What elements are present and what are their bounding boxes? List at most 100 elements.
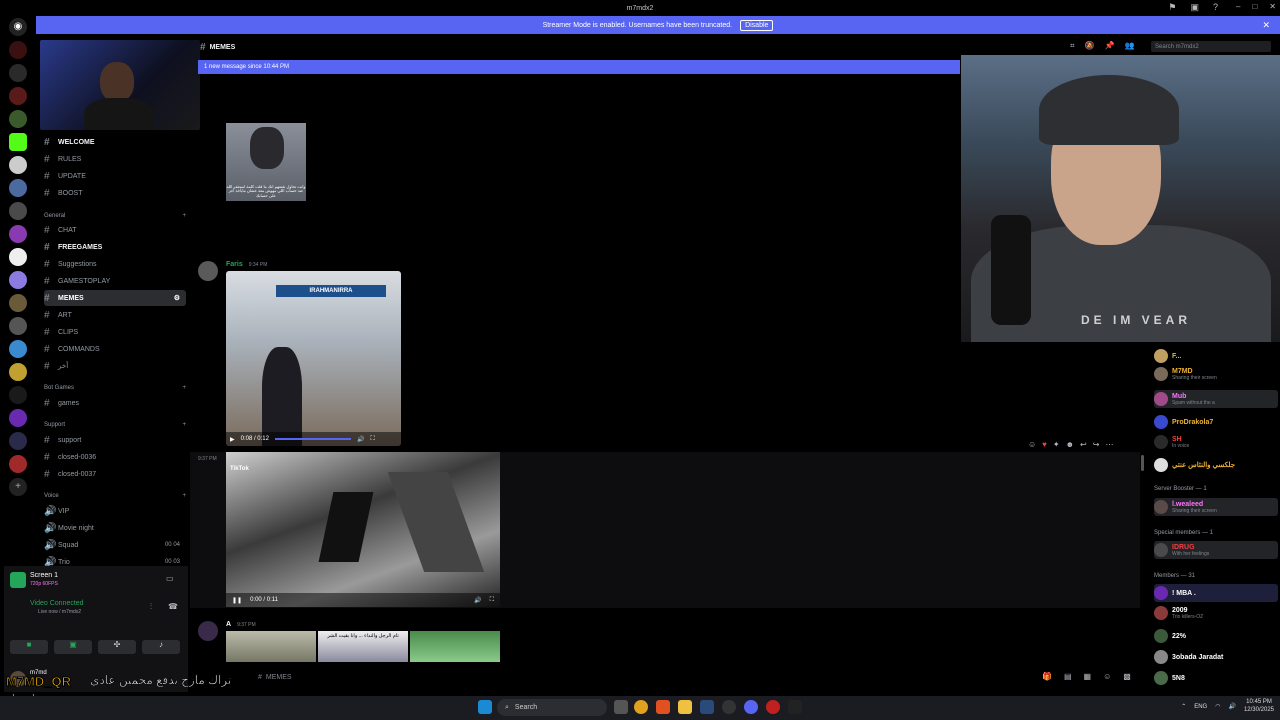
message-input[interactable]: # MEMES	[198, 668, 1140, 686]
mute-icon[interactable]: 🔕	[1085, 41, 1095, 51]
add-channel-icon[interactable]: +	[182, 385, 186, 391]
category-support[interactable]: Support +	[44, 422, 186, 428]
minimize-button[interactable]: –	[1236, 2, 1240, 11]
image-attachment[interactable]	[410, 631, 500, 662]
member-item[interactable]: M7MD Sharing their screen	[1154, 365, 1278, 383]
channel-closed-0036[interactable]: # closed-0036	[44, 449, 186, 465]
emoji-icon[interactable]: ☺	[1028, 440, 1036, 449]
steam-icon[interactable]	[700, 700, 714, 714]
server-icon[interactable]	[9, 271, 27, 289]
clock[interactable]: 10:45 PM 12/30/2025	[1244, 699, 1274, 715]
chevron-up-icon[interactable]: ⌃	[1181, 703, 1186, 710]
more-icon[interactable]: ⋯	[1105, 440, 1113, 449]
channel-suggestions[interactable]: # Suggestions	[44, 256, 186, 272]
member-item[interactable]: 2009 Trio killers-OZ	[1154, 604, 1278, 622]
add-channel-icon[interactable]: +	[182, 493, 186, 499]
channel-freegames[interactable]: # FREEGAMES	[44, 239, 186, 255]
channel-games[interactable]: # games	[44, 395, 186, 411]
fullscreen-icon[interactable]: ⛶	[370, 436, 374, 443]
language-indicator[interactable]: ENG	[1194, 704, 1207, 710]
server-icon[interactable]	[9, 455, 27, 473]
server-icon[interactable]	[9, 432, 27, 450]
sticker-icon[interactable]: ▦	[1084, 672, 1092, 681]
volume-icon[interactable]: 🔊	[474, 597, 481, 604]
screen-icon[interactable]: ▣	[1190, 2, 1199, 13]
reply-icon[interactable]: ↩	[1080, 440, 1087, 449]
apps-icon[interactable]: ▩	[1123, 672, 1131, 681]
help-icon[interactable]: ?	[1213, 2, 1218, 13]
emoji-icon[interactable]: ☺	[1103, 672, 1111, 681]
category-bot-games[interactable]: Bot Games +	[44, 385, 186, 391]
share-screen-button[interactable]: ▣	[54, 640, 92, 654]
obs-icon[interactable]	[722, 700, 736, 714]
inbox-icon[interactable]: ⚑	[1168, 2, 1176, 13]
discord-icon[interactable]	[744, 700, 758, 714]
start-icon[interactable]	[478, 700, 492, 714]
server-icon[interactable]	[9, 133, 27, 151]
channel-closed-0037[interactable]: # closed-0037	[44, 466, 186, 482]
volume-icon[interactable]: 🔊	[1228, 703, 1235, 710]
voice-channel-vip[interactable]: 🔊 VIP	[44, 503, 186, 519]
gift-icon[interactable]: 🎁	[1042, 672, 1052, 681]
channel-other[interactable]: # أخر	[44, 358, 186, 374]
voice-channel-squad[interactable]: 🔊 Squad 00 04	[44, 537, 186, 553]
category-general[interactable]: General +	[44, 213, 186, 219]
server-icon[interactable]	[9, 87, 27, 105]
add-channel-icon[interactable]: +	[182, 422, 186, 428]
scrollbar[interactable]	[1141, 455, 1144, 471]
channel-boost[interactable]: # BOOST	[44, 185, 186, 201]
search-input[interactable]: Search m7mdx2	[1151, 41, 1271, 52]
video-attachment[interactable]: TikTok ❚❚ 0:00 / 0:11 🔊 ⛶	[226, 452, 500, 607]
server-icon[interactable]	[9, 179, 27, 197]
epic-icon[interactable]	[788, 700, 802, 714]
server-icon[interactable]	[9, 64, 27, 82]
volume-icon[interactable]: 🔊	[357, 436, 364, 443]
noise-icon[interactable]: ⫶	[150, 602, 152, 612]
server-icon[interactable]	[9, 156, 27, 174]
server-icon[interactable]	[9, 363, 27, 381]
reaction-icon[interactable]: ✦	[1053, 440, 1060, 449]
gif-icon[interactable]: ▤	[1064, 672, 1072, 681]
members-icon[interactable]: 👥	[1124, 41, 1134, 51]
channel-update[interactable]: # UPDATE	[44, 168, 186, 184]
pause-icon[interactable]: ❚❚	[232, 597, 242, 604]
activities-button[interactable]: ✣	[98, 640, 136, 654]
file-explorer-icon[interactable]	[678, 700, 692, 714]
member-item[interactable]: ! MBA .	[1154, 584, 1278, 602]
add-channel-icon[interactable]: +	[182, 213, 186, 219]
server-icon[interactable]	[9, 41, 27, 59]
heart-icon[interactable]: ♥	[1042, 440, 1047, 449]
close-icon[interactable]: ✕	[1262, 20, 1270, 31]
channel-welcome[interactable]: # WELCOME	[44, 134, 186, 150]
maximize-button[interactable]: □	[1252, 2, 1257, 11]
channel-support[interactable]: # support	[44, 432, 186, 448]
camera-button[interactable]: ■	[10, 640, 48, 654]
member-item[interactable]: IDRUG With her feelings	[1154, 541, 1278, 559]
member-item[interactable]: 3obada Jaradat	[1154, 648, 1278, 666]
member-item[interactable]: SH In voice	[1154, 433, 1278, 451]
pin-icon[interactable]: 📌	[1104, 41, 1114, 51]
close-window-button[interactable]: ✕	[1269, 2, 1276, 11]
channel-chat[interactable]: # CHAT	[44, 222, 186, 238]
avatar[interactable]	[198, 621, 218, 641]
server-icon[interactable]	[9, 110, 27, 128]
task-view-icon[interactable]	[614, 700, 628, 714]
disable-button[interactable]: Disable	[740, 19, 774, 31]
member-item[interactable]: 5N8	[1154, 669, 1278, 687]
channel-clips[interactable]: # CLIPS	[44, 324, 186, 340]
channel-gamestoplay[interactable]: # GAMESTOPLAY	[44, 273, 186, 289]
voice-channel-movie-night[interactable]: 🔊 Movie night	[44, 520, 186, 536]
meme-image[interactable]: وانت تحاول تقنعهم انك ما قلت كلمة استغفر…	[226, 123, 306, 201]
server-icon[interactable]	[9, 248, 27, 266]
avatar[interactable]	[198, 261, 218, 281]
discord-home-icon[interactable]: ◉	[9, 18, 27, 36]
play-icon[interactable]: ▶	[230, 436, 235, 443]
wifi-icon[interactable]: ◠	[1215, 703, 1220, 710]
server-icon[interactable]	[9, 409, 27, 427]
member-item[interactable]: l.wealeed Sharing their screen	[1154, 498, 1278, 516]
member-item[interactable]: ProDrakola7	[1154, 413, 1278, 431]
video-progress[interactable]	[274, 438, 351, 440]
forward-icon[interactable]: ↪	[1093, 440, 1100, 449]
add-server-icon[interactable]: +	[9, 478, 27, 496]
channel-memes[interactable]: # MEMES ⚙	[44, 290, 186, 306]
